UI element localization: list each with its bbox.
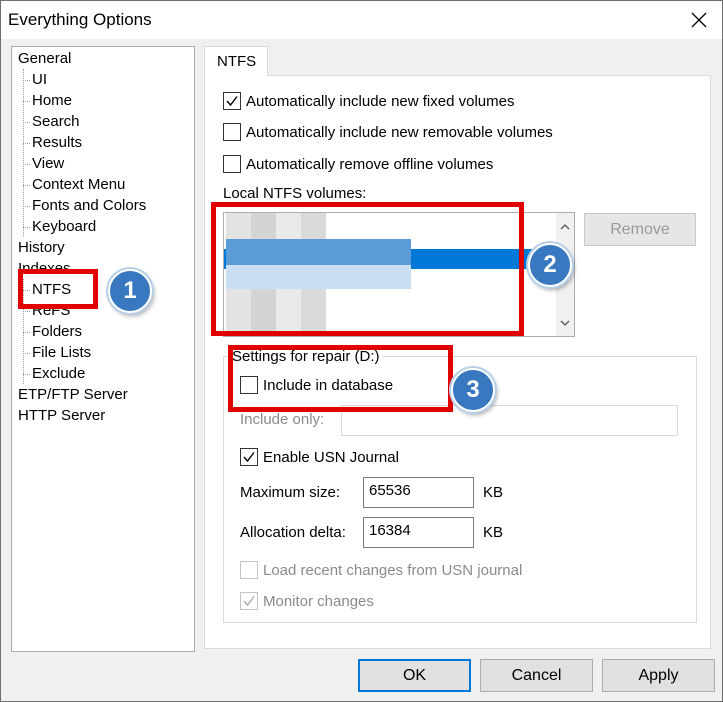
auto-include-removable-label: Automatically include new removable volu… xyxy=(246,123,553,141)
checkbox-box[interactable] xyxy=(240,592,258,610)
step-badge-1: 1 xyxy=(108,269,152,313)
tree-item-etp-ftp-server[interactable]: ETP/FTP Server xyxy=(18,385,128,405)
allocation-delta-unit: KB xyxy=(483,524,504,541)
checkmark-icon xyxy=(243,596,255,607)
local-volumes-label: Local NTFS volumes: xyxy=(223,185,367,202)
auto-include-fixed-checkbox[interactable]: Automatically include new fixed volumes xyxy=(223,92,514,110)
load-recent-changes-label: Load recent changes from USN journal xyxy=(263,561,523,579)
maximum-size-label: Maximum size: xyxy=(240,484,341,501)
tree-item-http-server[interactable]: HTTP Server xyxy=(18,406,105,426)
tab-ntfs[interactable]: NTFS xyxy=(204,46,268,76)
checkbox-box[interactable] xyxy=(223,92,241,110)
options-tree[interactable]: General UI Home Search Results View Cont… xyxy=(11,46,195,652)
tree-item-search[interactable]: Search xyxy=(23,112,80,132)
enable-usn-journal-checkbox[interactable]: Enable USN Journal xyxy=(240,448,399,466)
tree-line-general xyxy=(23,69,24,237)
monitor-changes-label: Monitor changes xyxy=(263,592,374,610)
window-title: Everything Options xyxy=(8,10,152,29)
tab-ntfs-label: NTFS xyxy=(217,53,257,70)
tree-item-keyboard[interactable]: Keyboard xyxy=(22,217,96,237)
cancel-button[interactable]: Cancel xyxy=(480,659,593,692)
highlight-box-volumes xyxy=(211,202,524,336)
tree-item-view[interactable]: View xyxy=(22,154,64,174)
checkbox-box[interactable] xyxy=(240,448,258,466)
title-bar: Everything Options xyxy=(1,1,722,39)
monitor-changes-checkbox[interactable]: Monitor changes xyxy=(240,592,374,610)
auto-remove-offline-label: Automatically remove offline volumes xyxy=(246,155,494,173)
auto-include-removable-checkbox[interactable]: Automatically include new removable volu… xyxy=(223,123,553,141)
load-recent-changes-checkbox[interactable]: Load recent changes from USN journal xyxy=(240,561,522,579)
checkbox-box[interactable] xyxy=(223,123,241,141)
checkmark-icon xyxy=(226,96,238,107)
include-only-label: Include only: xyxy=(240,411,325,428)
scroll-up-icon[interactable] xyxy=(559,221,571,233)
ok-button[interactable]: OK xyxy=(358,659,471,692)
step-badge-3: 3 xyxy=(451,368,495,412)
remove-button[interactable]: Remove xyxy=(584,213,696,246)
auto-remove-offline-checkbox[interactable]: Automatically remove offline volumes xyxy=(223,155,493,173)
tree-item-history[interactable]: History xyxy=(18,238,65,258)
tree-item-context-menu[interactable]: Context Menu xyxy=(22,175,125,195)
options-window: Everything Options General UI Home Searc… xyxy=(0,0,723,702)
maximum-size-unit: KB xyxy=(483,484,504,501)
tree-item-results[interactable]: Results xyxy=(22,133,82,153)
close-button[interactable] xyxy=(676,1,722,39)
close-icon xyxy=(691,12,707,28)
apply-button[interactable]: Apply xyxy=(602,659,715,692)
step-badge-2: 2 xyxy=(528,243,572,287)
tree-item-home[interactable]: Home xyxy=(22,91,72,111)
enable-usn-journal-label: Enable USN Journal xyxy=(263,448,399,466)
tree-item-fonts-and-colors[interactable]: Fonts and Colors xyxy=(22,196,146,216)
checkmark-icon xyxy=(243,452,255,463)
tree-item-ui[interactable]: UI xyxy=(23,70,47,90)
tree-item-exclude[interactable]: Exclude xyxy=(22,364,85,384)
tree-item-general[interactable]: General xyxy=(18,49,71,69)
checkbox-box[interactable] xyxy=(240,561,258,579)
checkbox-box[interactable] xyxy=(223,155,241,173)
allocation-delta-input[interactable]: 16384 xyxy=(363,517,474,548)
maximum-size-input[interactable]: 65536 xyxy=(363,477,474,508)
auto-include-fixed-label: Automatically include new fixed volumes xyxy=(246,92,515,110)
tree-item-file-lists[interactable]: File Lists xyxy=(22,343,91,363)
allocation-delta-label: Allocation delta: xyxy=(240,524,346,541)
tree-item-folders[interactable]: Folders xyxy=(22,322,82,342)
scroll-down-icon[interactable] xyxy=(559,317,571,329)
highlight-box-include-db xyxy=(228,345,453,412)
highlight-box-ntfs xyxy=(18,269,98,309)
